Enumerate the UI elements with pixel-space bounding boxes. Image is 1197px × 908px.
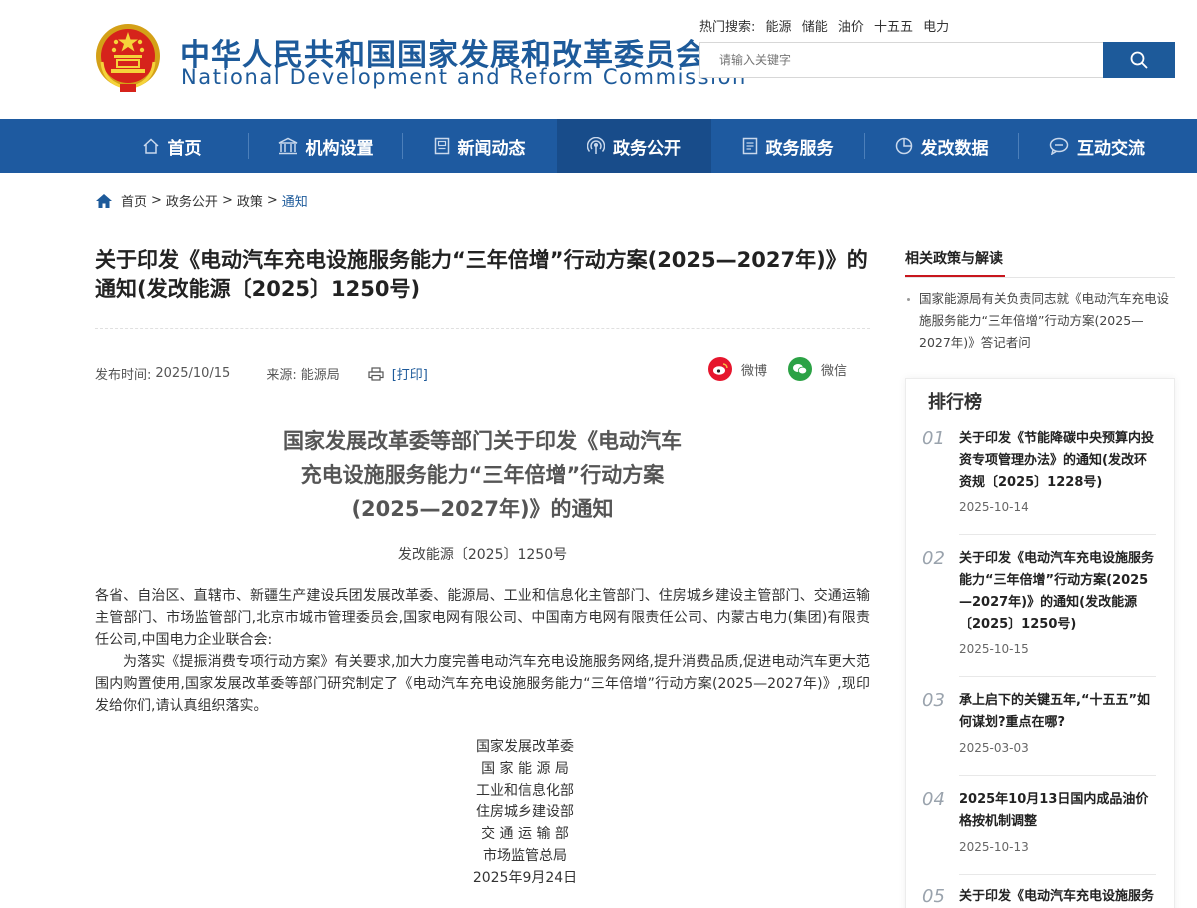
site-header: 中华人民共和国国家发展和改革委员会 National Development a… — [0, 0, 1197, 119]
related-heading: 相关政策与解读 — [905, 251, 1003, 267]
ranking-title[interactable]: 关于印发《节能降碳中央预算内投资专项管理办法》的通知(发改环资规〔2025〕12… — [959, 428, 1155, 494]
ranking-date: 2025-03-03 — [959, 741, 1029, 755]
nav-item-gov-services[interactable]: 政务服务 — [711, 119, 864, 173]
document-title: 国家发展改革委等部门关于印发《电动汽车 充电设施服务能力“三年倍增”行动方案 (… — [95, 424, 870, 526]
source-value: 能源局 — [300, 368, 340, 383]
wechat-icon — [788, 357, 812, 381]
nav-item-organization[interactable]: 机构设置 — [249, 119, 402, 173]
body-paragraph: 为落实《提振消费专项行动方案》有关要求,加大力度完善电动汽车充电设施服务网络,提… — [95, 654, 870, 714]
article-meta: 发布时间: 2025/10/15 来源: 能源局 [打印] — [95, 364, 428, 383]
article-title: 关于印发《电动汽车充电设施服务能力“三年倍增”行动方案(2025—2027年)》… — [95, 248, 868, 301]
share-wechat-button[interactable]: 微信 — [788, 357, 847, 381]
share-weibo-label: 微博 — [741, 363, 768, 379]
ranking-title[interactable]: 承上启下的关键五年,“十五五”如何谋划?重点在哪? — [959, 690, 1155, 734]
document-number: 发改能源〔2025〕1250号 — [397, 547, 568, 563]
ranking-title[interactable]: 关于印发《电动汽车充电设施服务 — [959, 886, 1155, 908]
ranking-number: 02 — [922, 548, 945, 569]
ranking-date: 2025-10-14 — [959, 500, 1029, 514]
signer: 国家发展改革委 — [476, 739, 574, 755]
divider — [959, 676, 1156, 677]
hot-search-word[interactable]: 油价 — [838, 20, 864, 35]
source-label: 来源: — [266, 368, 297, 383]
nav-label: 政务服务 — [765, 138, 834, 159]
nav-item-gov-affairs[interactable]: 政务公开 — [557, 119, 711, 173]
related-link[interactable]: 国家能源局有关负责同志就《电动汽车充电设施服务能力“三年倍增”行动方案(2025… — [905, 288, 1175, 354]
ranking-number: 03 — [922, 690, 945, 711]
breadcrumb-link[interactable]: 政策 — [237, 191, 263, 210]
hot-search-word[interactable]: 十五五 — [874, 20, 913, 35]
nav-label: 机构设置 — [305, 138, 374, 159]
ranking-date: 2025-10-13 — [959, 840, 1029, 854]
ranking-title[interactable]: 关于印发《电动汽车充电设施服务能力“三年倍增”行动方案(2025—2027年)》… — [959, 548, 1155, 636]
breadcrumb-link[interactable]: 首页 — [121, 191, 147, 210]
ranking-title[interactable]: 2025年10月13日国内成品油价格按机制调整 — [959, 789, 1155, 833]
pie-chart-icon — [895, 137, 912, 155]
nav-item-interaction[interactable]: 互动交流 — [1019, 119, 1175, 173]
hot-search-word[interactable]: 储能 — [802, 20, 828, 35]
publish-date: 2025/10/15 — [155, 366, 231, 381]
document-title-line: (2025—2027年)》的通知 — [351, 497, 614, 521]
search-input[interactable] — [700, 43, 1103, 77]
ranking-number: 01 — [922, 428, 945, 449]
breadcrumb-link[interactable]: 政务公开 — [166, 191, 218, 210]
nav-label: 首页 — [167, 138, 202, 159]
ranking-number: 05 — [922, 886, 945, 907]
main-nav: 首页 机构设置 新闻动态 政务公开 政务服务 发改数据 互动交流 — [0, 119, 1197, 173]
site-title-en[interactable]: National Development and Reform Commissi… — [181, 65, 747, 89]
document-icon — [742, 137, 757, 155]
breadcrumb-current[interactable]: 通知 — [282, 191, 308, 210]
publish-label: 发布时间: — [95, 368, 152, 383]
printer-icon — [368, 366, 384, 381]
breadcrumb-separator: > — [266, 193, 278, 208]
breadcrumb-separator: > — [221, 193, 233, 208]
signer: 市场监管总局 — [483, 847, 567, 864]
divider — [959, 874, 1156, 875]
home-icon — [142, 138, 159, 154]
document-title-line: 充电设施服务能力“三年倍增”行动方案 — [300, 463, 665, 487]
national-emblem-icon[interactable] — [94, 22, 162, 94]
nav-label: 互动交流 — [1077, 138, 1145, 159]
chat-icon — [1049, 137, 1069, 155]
nav-label: 政务公开 — [613, 138, 681, 159]
search-box — [699, 42, 1103, 78]
article-body: 各省、自治区、直辖市、新疆生产建设兵团发展改革委、能源局、工业和信息化主管部门、… — [95, 585, 870, 717]
home-icon[interactable] — [95, 193, 113, 209]
news-icon — [434, 137, 449, 155]
ranking-heading: 排行榜 — [928, 392, 982, 413]
nav-label: 发改数据 — [920, 138, 989, 159]
weibo-icon — [708, 357, 732, 381]
hot-search-word[interactable]: 电力 — [923, 20, 949, 35]
divider — [95, 328, 870, 329]
signer: 交 通 运 输 部 — [481, 826, 569, 843]
divider — [959, 775, 1156, 776]
divider — [959, 534, 1156, 535]
search-icon — [1130, 51, 1148, 69]
signature-block: 国家发展改革委 国 家 能 源 局 工业和信息化部 住房城乡建设部 交 通 运 … — [95, 737, 955, 890]
nav-label: 新闻动态 — [457, 138, 526, 159]
breadcrumb-separator: > — [151, 193, 162, 208]
signer: 国 家 能 源 局 — [481, 760, 569, 777]
search-button[interactable] — [1103, 42, 1175, 78]
building-icon — [278, 137, 297, 155]
ranking-date: 2025-10-15 — [959, 642, 1029, 656]
nav-item-data[interactable]: 发改数据 — [865, 119, 1018, 173]
hot-search-word[interactable]: 能源 — [766, 20, 792, 35]
ranking-number: 04 — [922, 789, 945, 810]
addressees-paragraph: 各省、自治区、直辖市、新疆生产建设兵团发展改革委、能源局、工业和信息化主管部门、… — [95, 588, 870, 648]
document-title-line: 国家发展改革委等部门关于印发《电动汽车 — [283, 429, 682, 453]
breadcrumb: 首页 > 政务公开 > 政策 > 通知 — [95, 191, 308, 210]
print-label: [打印] — [391, 368, 428, 383]
hot-search-label: 热门搜索: — [699, 20, 756, 35]
share-weibo-button[interactable]: 微博 — [708, 357, 767, 381]
signature-date: 2025年9月24日 — [472, 869, 578, 886]
nav-item-home[interactable]: 首页 — [95, 119, 248, 173]
broadcast-icon — [587, 137, 605, 154]
print-button[interactable]: [打印] — [368, 364, 428, 383]
signer: 住房城乡建设部 — [476, 804, 574, 821]
share-wechat-label: 微信 — [821, 363, 848, 379]
signer: 工业和信息化部 — [476, 782, 574, 799]
divider — [905, 277, 1175, 278]
hot-search: 热门搜索: 能源 储能 油价 十五五 电力 — [699, 16, 955, 35]
nav-item-news[interactable]: 新闻动态 — [403, 119, 556, 173]
